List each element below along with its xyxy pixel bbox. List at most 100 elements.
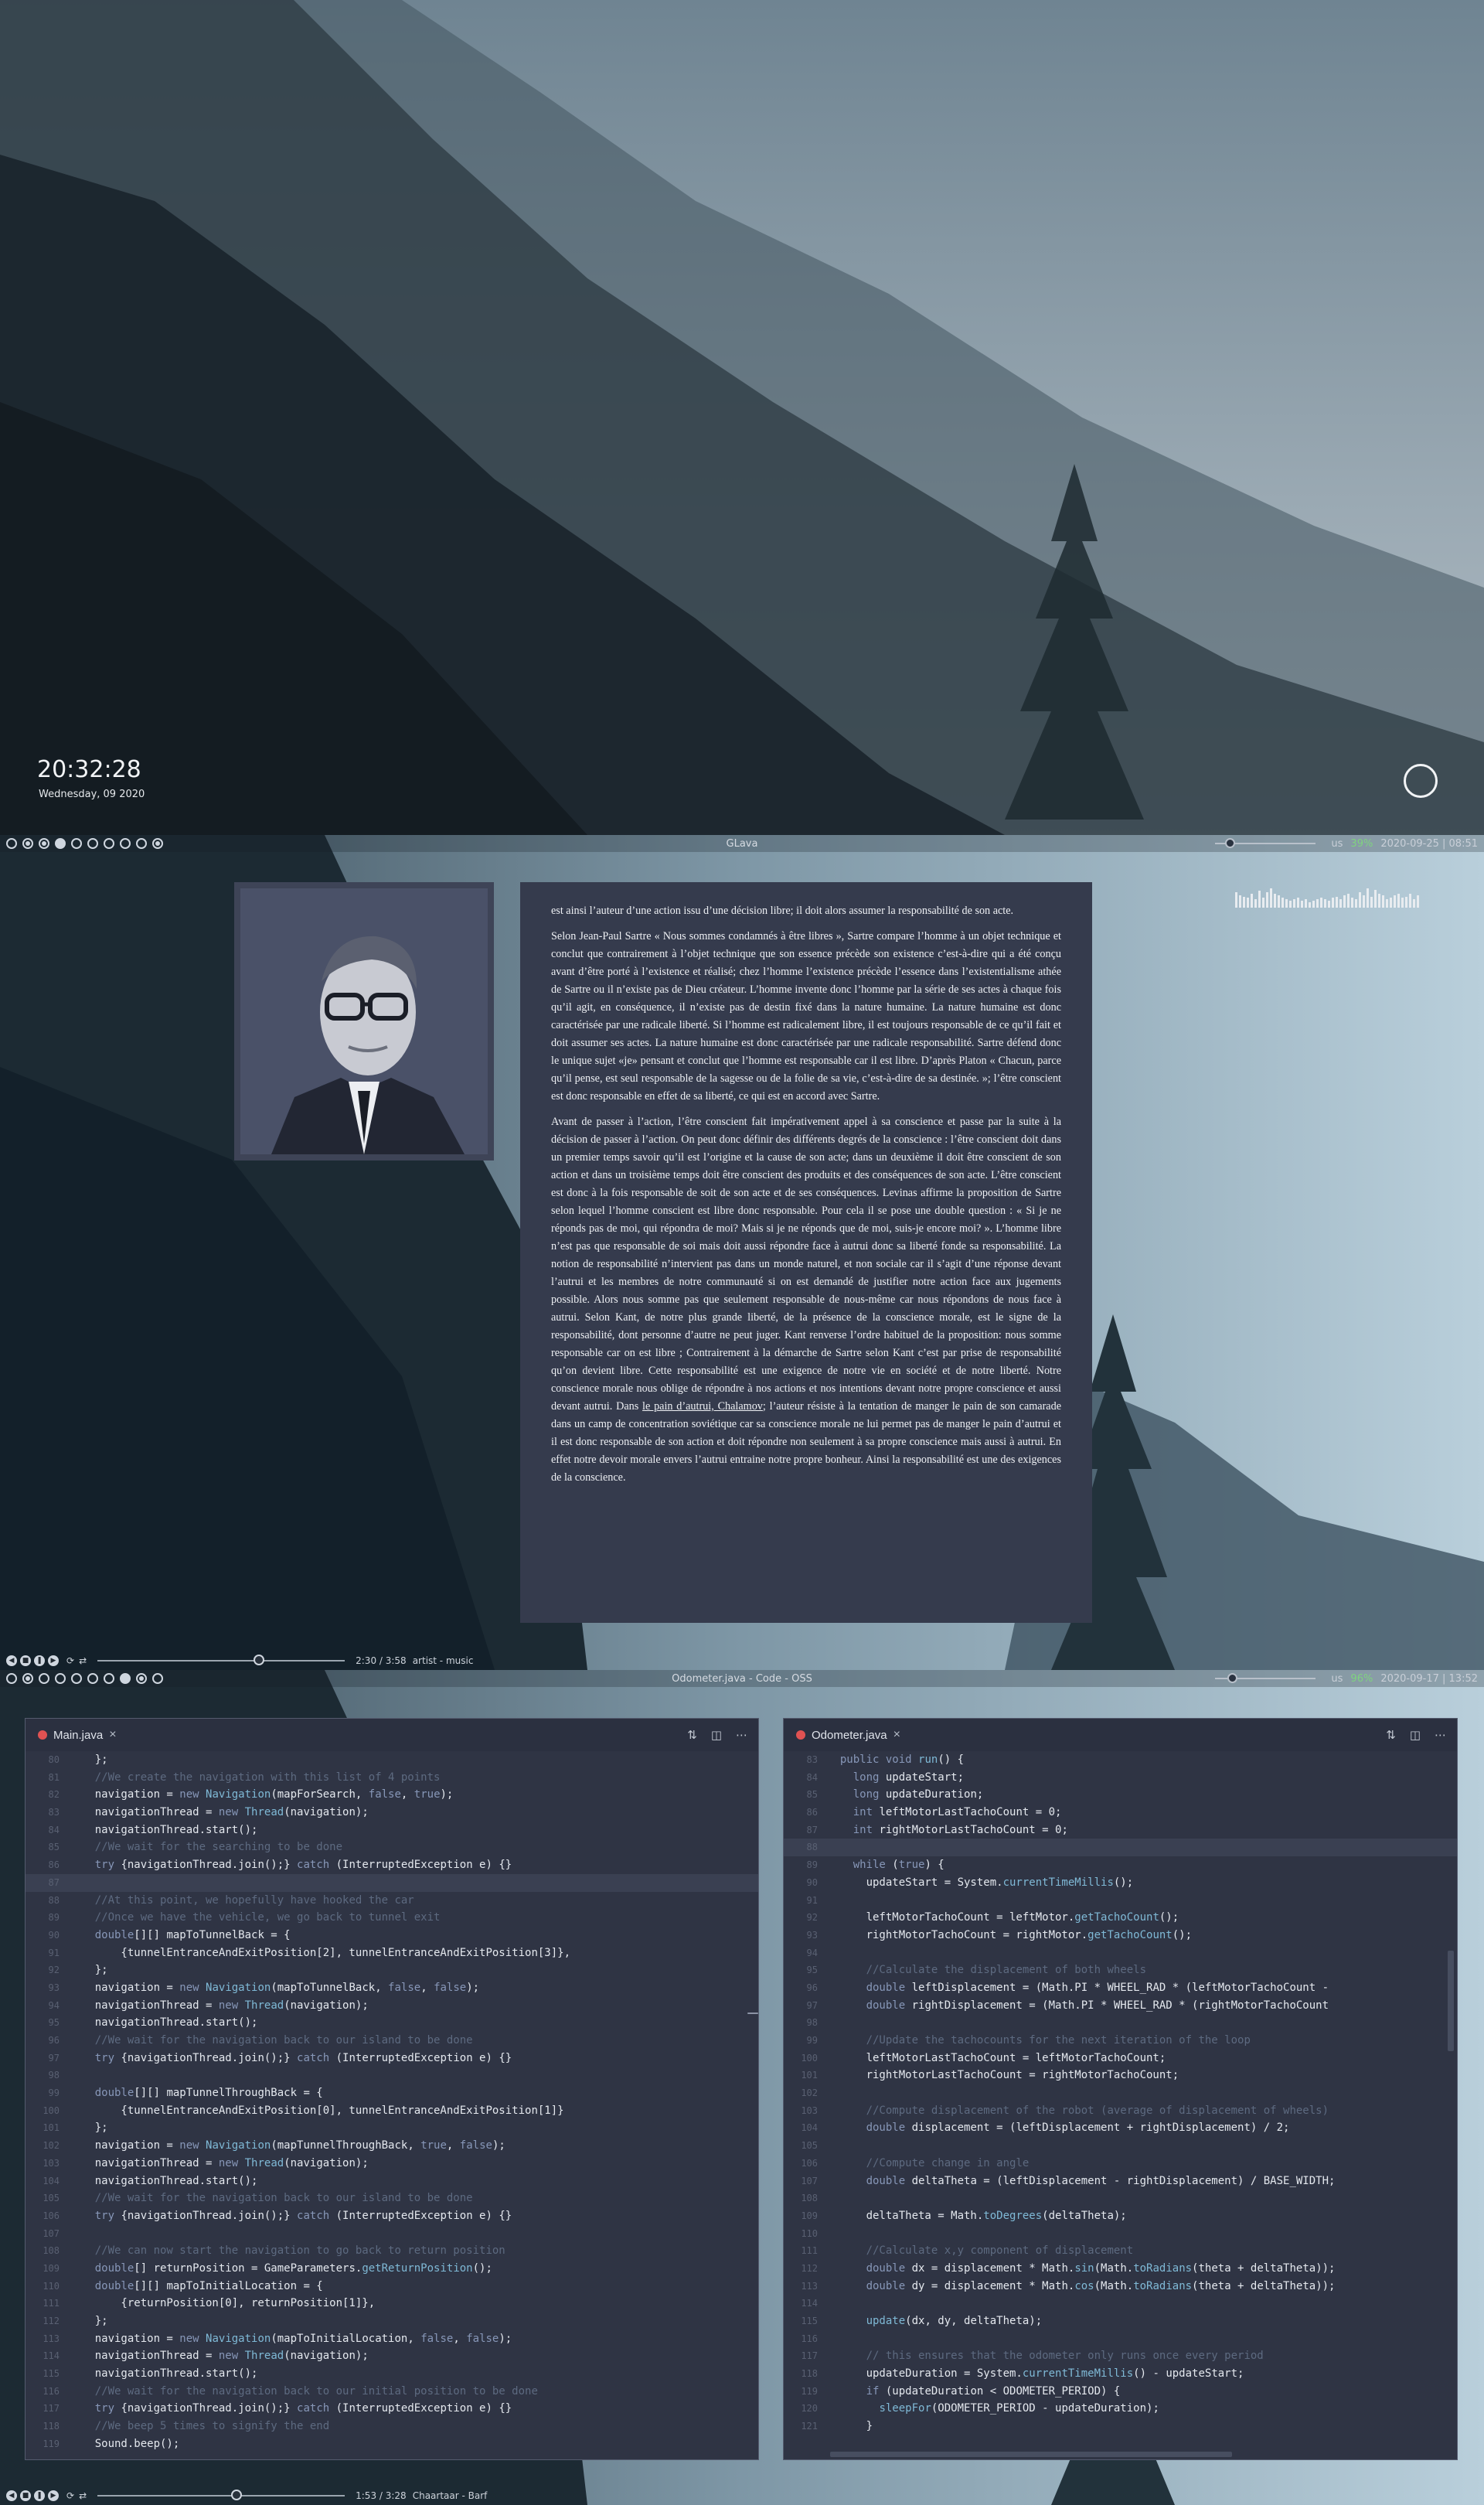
code-line[interactable]: 80 }; — [26, 1751, 758, 1769]
more-actions-icon[interactable]: ⋯ — [736, 1728, 747, 1742]
editor-pane-left[interactable]: Main.java × ⇅ ◫ ⋯ 80 }; 81 //We create th… — [25, 1718, 759, 2460]
next-icon[interactable]: ▶ — [48, 1655, 59, 1666]
code-line[interactable]: 112 double dx = displacement * Math.sin(… — [784, 2260, 1457, 2278]
code-line[interactable]: 105 — [784, 2137, 1457, 2155]
code-line[interactable]: 102 navigation = new Navigation(mapTunne… — [26, 2137, 758, 2155]
code-line[interactable]: 104 navigationThread.start(); — [26, 2173, 758, 2190]
stop-icon[interactable]: ■ — [20, 1655, 31, 1666]
code-line[interactable]: 119 if (updateDuration < ODOMETER_PERIOD… — [784, 2383, 1457, 2401]
code-line[interactable]: 83 navigationThread = new Thread(navigat… — [26, 1804, 758, 1822]
volume-knob[interactable] — [1227, 1673, 1237, 1683]
split-editor-icon[interactable]: ◫ — [1410, 1728, 1421, 1742]
code-line[interactable]: 112 }; — [26, 2312, 758, 2330]
code-line[interactable]: 99 //Update the tachocounts for the next… — [784, 2032, 1457, 2050]
code-line[interactable]: 121 } — [784, 2418, 1457, 2435]
code-line[interactable]: 91 — [784, 1892, 1457, 1910]
code-line[interactable]: 116 — [784, 2330, 1457, 2348]
code-line[interactable]: 85 //We wait for the searching to be don… — [26, 1839, 758, 1856]
code-line[interactable]: 109 deltaTheta = Math.toDegrees(deltaThe… — [784, 2207, 1457, 2225]
keyboard-layout[interactable]: us — [1331, 838, 1343, 850]
code-line[interactable]: 101 rightMotorLastTachoCount = rightMoto… — [784, 2067, 1457, 2084]
keyboard-layout[interactable]: us — [1331, 1673, 1343, 1685]
code-line[interactable]: 81 //We create the navigation with this … — [26, 1769, 758, 1787]
shuffle-icon[interactable]: ⇄ — [79, 1655, 87, 1666]
split-editor-icon[interactable]: ◫ — [711, 1728, 722, 1742]
volume-slider[interactable] — [1215, 1673, 1316, 1683]
code-line[interactable]: 111 //Calculate x,y component of displac… — [784, 2242, 1457, 2260]
repeat-icon[interactable]: ⟳ — [66, 2490, 74, 2501]
code-line[interactable]: 97 try {navigationThread.join();} catch … — [26, 2050, 758, 2067]
code-line[interactable]: 91 {tunnelEntranceAndExitPosition[2], tu… — [26, 1944, 758, 1962]
vertical-scrollbar[interactable] — [1448, 1951, 1454, 2051]
tab-main-java[interactable]: Main.java × — [38, 1728, 117, 1742]
code-line[interactable]: 109 double[] returnPosition = GameParame… — [26, 2260, 758, 2278]
code-line[interactable]: 116 //We wait for the navigation back to… — [26, 2383, 758, 2401]
code-line[interactable]: 105 //We wait for the navigation back to… — [26, 2190, 758, 2207]
close-icon[interactable]: × — [109, 1728, 116, 1742]
code-line[interactable]: 99 double[][] mapTunnelThroughBack = { — [26, 2084, 758, 2102]
code-line[interactable]: 86 int leftMotorLastTachoCount = 0; — [784, 1804, 1457, 1822]
code-line[interactable]: 88 //At this point, we hopefully have ho… — [26, 1892, 758, 1910]
next-icon[interactable]: ▶ — [48, 2490, 59, 2501]
close-icon[interactable]: × — [893, 1728, 900, 1742]
code-line[interactable]: 110 — [784, 2225, 1457, 2243]
code-line[interactable]: 119 Sound.beep(); — [26, 2435, 758, 2453]
code-line[interactable]: 118 //We beep 5 times to signify the end — [26, 2418, 758, 2435]
code-line[interactable]: 94 — [784, 1944, 1457, 1962]
track-progress[interactable] — [97, 1655, 345, 1665]
code-line[interactable]: 108 //We can now start the navigation to… — [26, 2242, 758, 2260]
code-line[interactable]: 87 int rightMotorLastTachoCount = 0; — [784, 1822, 1457, 1839]
pause-icon[interactable]: ❚ — [34, 1655, 45, 1666]
code-line[interactable]: 115 navigationThread.start(); — [26, 2365, 758, 2383]
compare-icon[interactable]: ⇅ — [1386, 1728, 1396, 1742]
code-line[interactable]: 85 long updateDuration; — [784, 1786, 1457, 1804]
power-ring-icon[interactable] — [1404, 764, 1438, 798]
code-line[interactable]: 94 navigationThread = new Thread(navigat… — [26, 1997, 758, 2015]
code-line[interactable]: 93 navigation = new Navigation(mapToTunn… — [26, 1979, 758, 1997]
previous-icon[interactable]: ◀ — [6, 2490, 17, 2501]
shuffle-icon[interactable]: ⇄ — [79, 2490, 87, 2501]
code-line[interactable]: 108 — [784, 2190, 1457, 2207]
code-line[interactable]: 88 — [784, 1839, 1457, 1857]
more-actions-icon[interactable]: ⋯ — [1435, 1728, 1446, 1742]
code-line[interactable]: 89 //Once we have the vehicle, we go bac… — [26, 1909, 758, 1927]
code-line[interactable]: 92 leftMotorTachoCount = leftMotor.getTa… — [784, 1909, 1457, 1927]
track-progress-knob[interactable] — [253, 1655, 264, 1665]
code-line[interactable]: 82 navigation = new Navigation(mapForSea… — [26, 1786, 758, 1804]
code-line[interactable]: 102 — [784, 2084, 1457, 2102]
code-line[interactable]: 97 double rightDisplacement = (Math.PI *… — [784, 1997, 1457, 2015]
code-line[interactable]: 84 navigationThread.start(); — [26, 1822, 758, 1839]
code-line[interactable]: 117 // this ensures that the odometer on… — [784, 2347, 1457, 2365]
code-line[interactable]: 106 //Compute change in angle — [784, 2155, 1457, 2173]
code-line[interactable]: 95 //Calculate the displacement of both … — [784, 1961, 1457, 1979]
compare-icon[interactable]: ⇅ — [687, 1728, 697, 1742]
code-area[interactable]: 80 }; 81 //We create the navigation with … — [26, 1751, 758, 2459]
code-line[interactable]: 98 — [784, 2014, 1457, 2032]
code-line[interactable]: 120 sleepFor(ODOMETER_PERIOD - updateDur… — [784, 2400, 1457, 2418]
code-line[interactable]: 107 double deltaTheta = (leftDisplacemen… — [784, 2173, 1457, 2190]
code-line[interactable]: 89 while (true) { — [784, 1856, 1457, 1874]
code-line[interactable]: 110 double[][] mapToInitialLocation = { — [26, 2278, 758, 2295]
code-line[interactable]: 113 double dy = displacement * Math.cos(… — [784, 2278, 1457, 2295]
code-line[interactable]: 86 try {navigationThread.join();} catch … — [26, 1856, 758, 1874]
pause-icon[interactable]: ❚ — [34, 2490, 45, 2501]
track-progress-knob[interactable] — [230, 2490, 242, 2500]
stop-icon[interactable]: ■ — [20, 2490, 31, 2501]
editor-pane-right[interactable]: Odometer.java × ⇅ ◫ ⋯ 83 public void run… — [783, 1718, 1458, 2460]
code-line[interactable]: 101 }; — [26, 2119, 758, 2137]
tab-odometer-java[interactable]: Odometer.java × — [796, 1728, 900, 1742]
code-line[interactable]: 96 //We wait for the navigation back to … — [26, 2032, 758, 2050]
horizontal-scrollbar[interactable] — [830, 2452, 1232, 2457]
code-line[interactable]: 106 try {navigationThread.join();} catch… — [26, 2207, 758, 2225]
volume-knob[interactable] — [1225, 838, 1236, 848]
repeat-icon[interactable]: ⟳ — [66, 1655, 74, 1666]
volume-slider[interactable] — [1215, 838, 1316, 848]
code-line[interactable]: 115 update(dx, dy, deltaTheta); — [784, 2312, 1457, 2330]
code-line[interactable]: 104 double displacement = (leftDisplacem… — [784, 2119, 1457, 2137]
code-line[interactable]: 103 //Compute displacement of the robot … — [784, 2102, 1457, 2120]
code-line[interactable]: 90 double[][] mapToTunnelBack = { — [26, 1927, 758, 1944]
code-line[interactable]: 98 — [26, 2067, 758, 2084]
code-line[interactable]: 111 {returnPosition[0], returnPosition[1… — [26, 2295, 758, 2312]
track-progress[interactable] — [97, 2490, 345, 2500]
code-line[interactable]: 100 {tunnelEntranceAndExitPosition[0], t… — [26, 2102, 758, 2120]
